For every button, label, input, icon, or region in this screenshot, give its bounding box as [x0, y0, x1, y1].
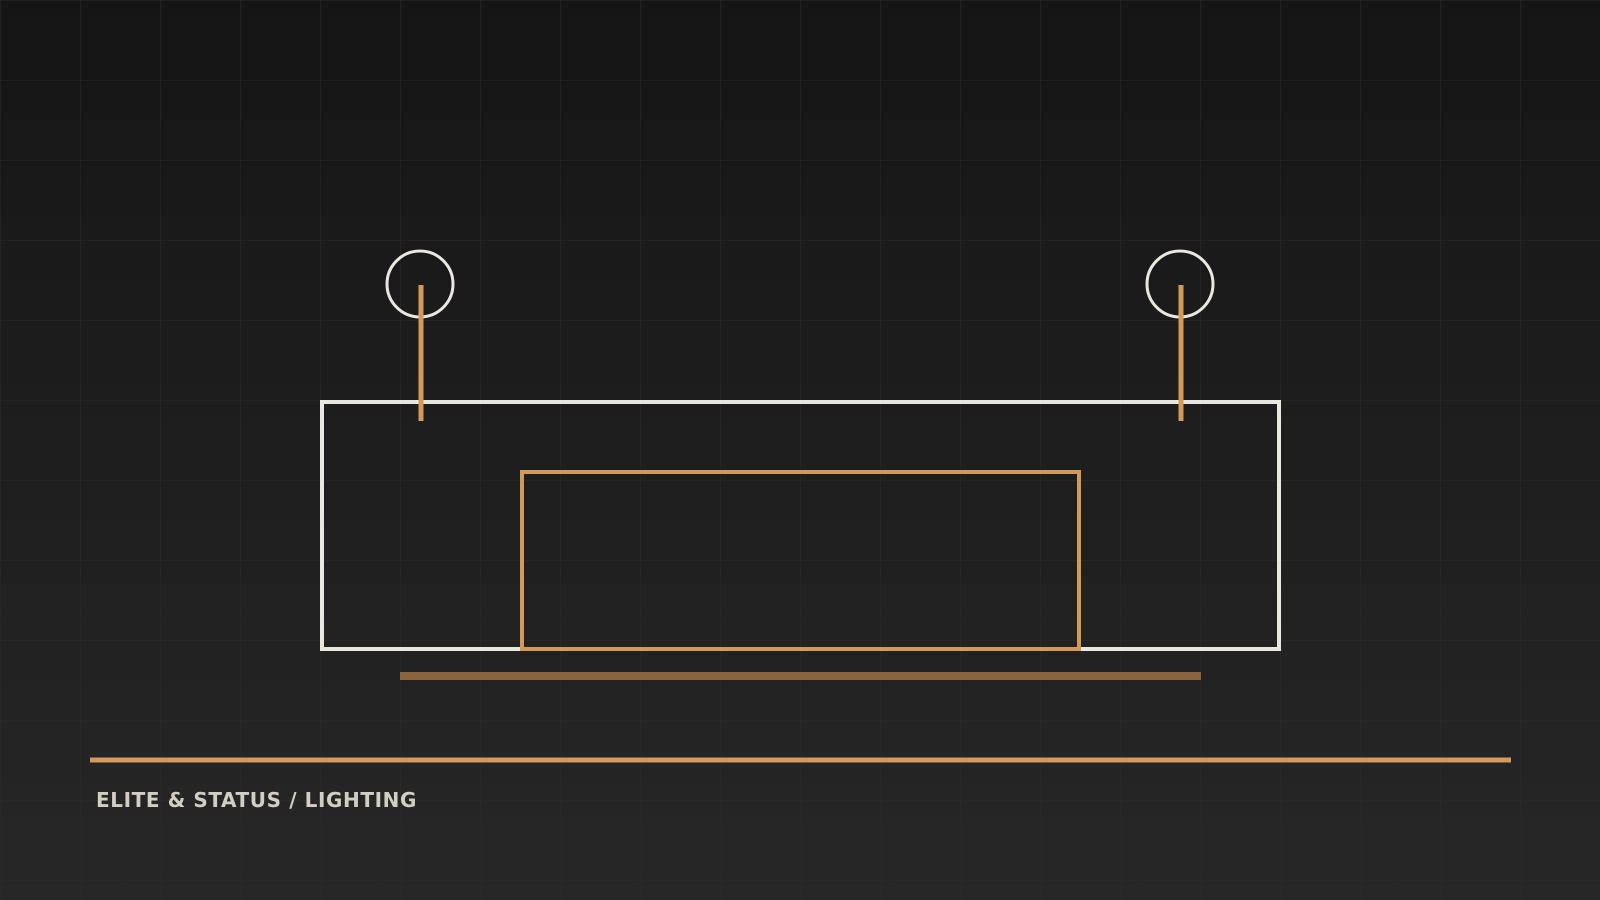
background-grid [0, 0, 1600, 900]
illustration-canvas [0, 0, 1600, 900]
base-shadow-bar [400, 672, 1201, 680]
category-caption: ELITE & STATUS / LIGHTING [96, 788, 418, 812]
lighting-illustration: ELITE & STATUS / LIGHTING [0, 0, 1600, 900]
